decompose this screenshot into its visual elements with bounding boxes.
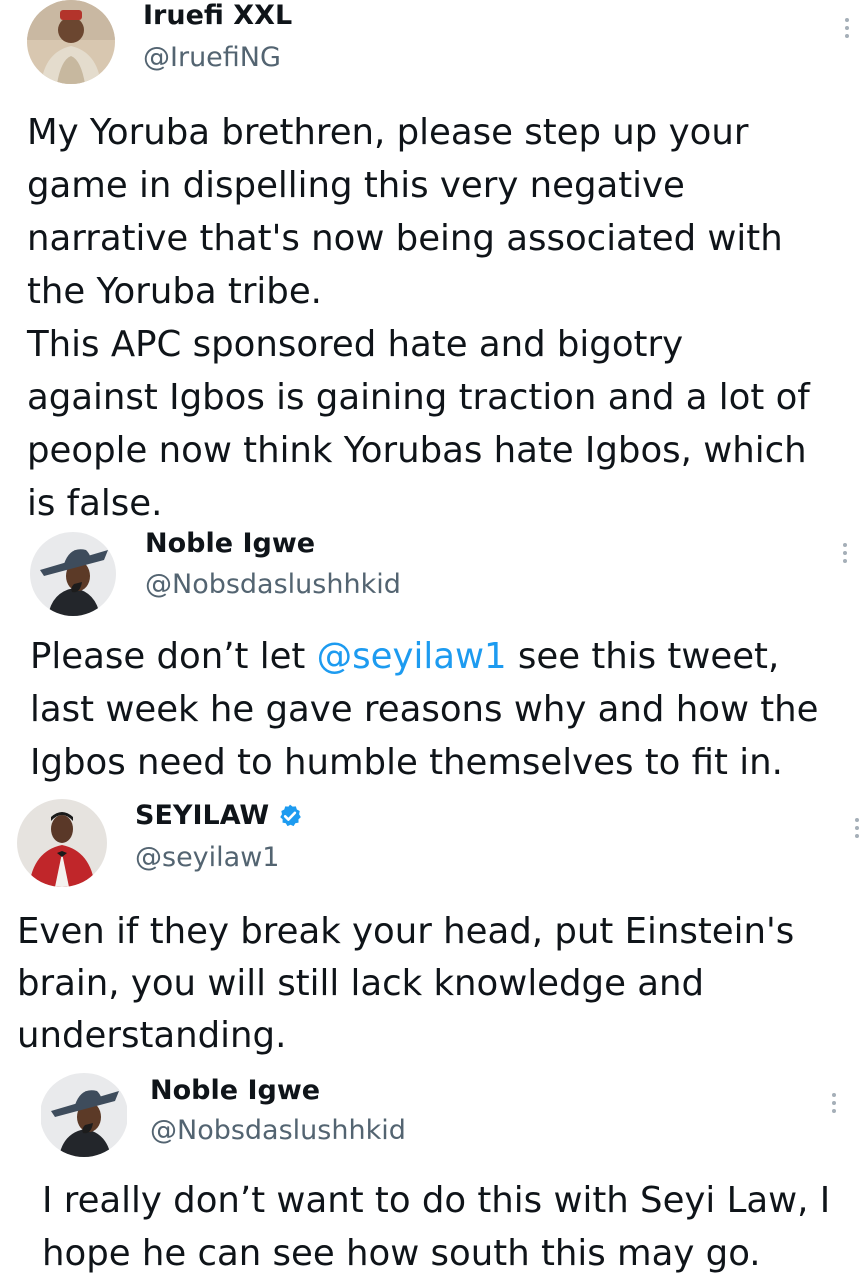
user-handle[interactable]: @seyilaw1 <box>135 842 279 873</box>
more-vertical-icon[interactable] <box>841 543 849 567</box>
more-vertical-icon[interactable] <box>830 1093 838 1117</box>
display-name-text: SEYILAW <box>135 800 270 831</box>
display-name[interactable]: Noble Igwe <box>150 1075 320 1106</box>
more-vertical-icon[interactable] <box>843 18 851 42</box>
user-handle[interactable]: @IruefiNG <box>143 42 281 73</box>
avatar[interactable] <box>27 0 115 84</box>
verified-badge-icon <box>277 803 303 829</box>
display-name-text: Iruefi XXL <box>143 0 293 31</box>
avatar-photo <box>17 799 107 887</box>
avatar-photo <box>30 532 116 616</box>
tweet-text: My Yoruba brethren, please step up your … <box>27 112 810 524</box>
more-vertical-icon[interactable] <box>853 818 861 842</box>
display-name[interactable]: Iruefi XXL <box>143 0 292 31</box>
display-name-text: Noble Igwe <box>145 528 316 559</box>
avatar[interactable] <box>30 532 116 616</box>
user-handle[interactable]: @Nobsdaslushhkid <box>145 569 401 600</box>
mention-link[interactable]: @seyilaw1 <box>317 636 507 677</box>
display-name[interactable]: SEYILAW <box>135 800 303 831</box>
display-name-text: Noble Igwe <box>150 1075 321 1106</box>
tweet-text-part: Please don’t let <box>30 636 317 677</box>
avatar[interactable] <box>17 799 107 887</box>
tweet-text: Please don’t let @seyilaw1 see this twee… <box>30 630 860 789</box>
avatar[interactable] <box>40 1073 128 1157</box>
user-handle[interactable]: @Nobsdaslushhkid <box>150 1115 406 1146</box>
avatar-photo <box>27 0 115 84</box>
display-name[interactable]: Noble Igwe <box>145 528 315 559</box>
avatar-photo <box>41 1073 127 1157</box>
tweet-text: Even if they break your head, put Einste… <box>17 911 795 1056</box>
tweet-text: I really don’t want to do this with Seyi… <box>42 1180 831 1274</box>
